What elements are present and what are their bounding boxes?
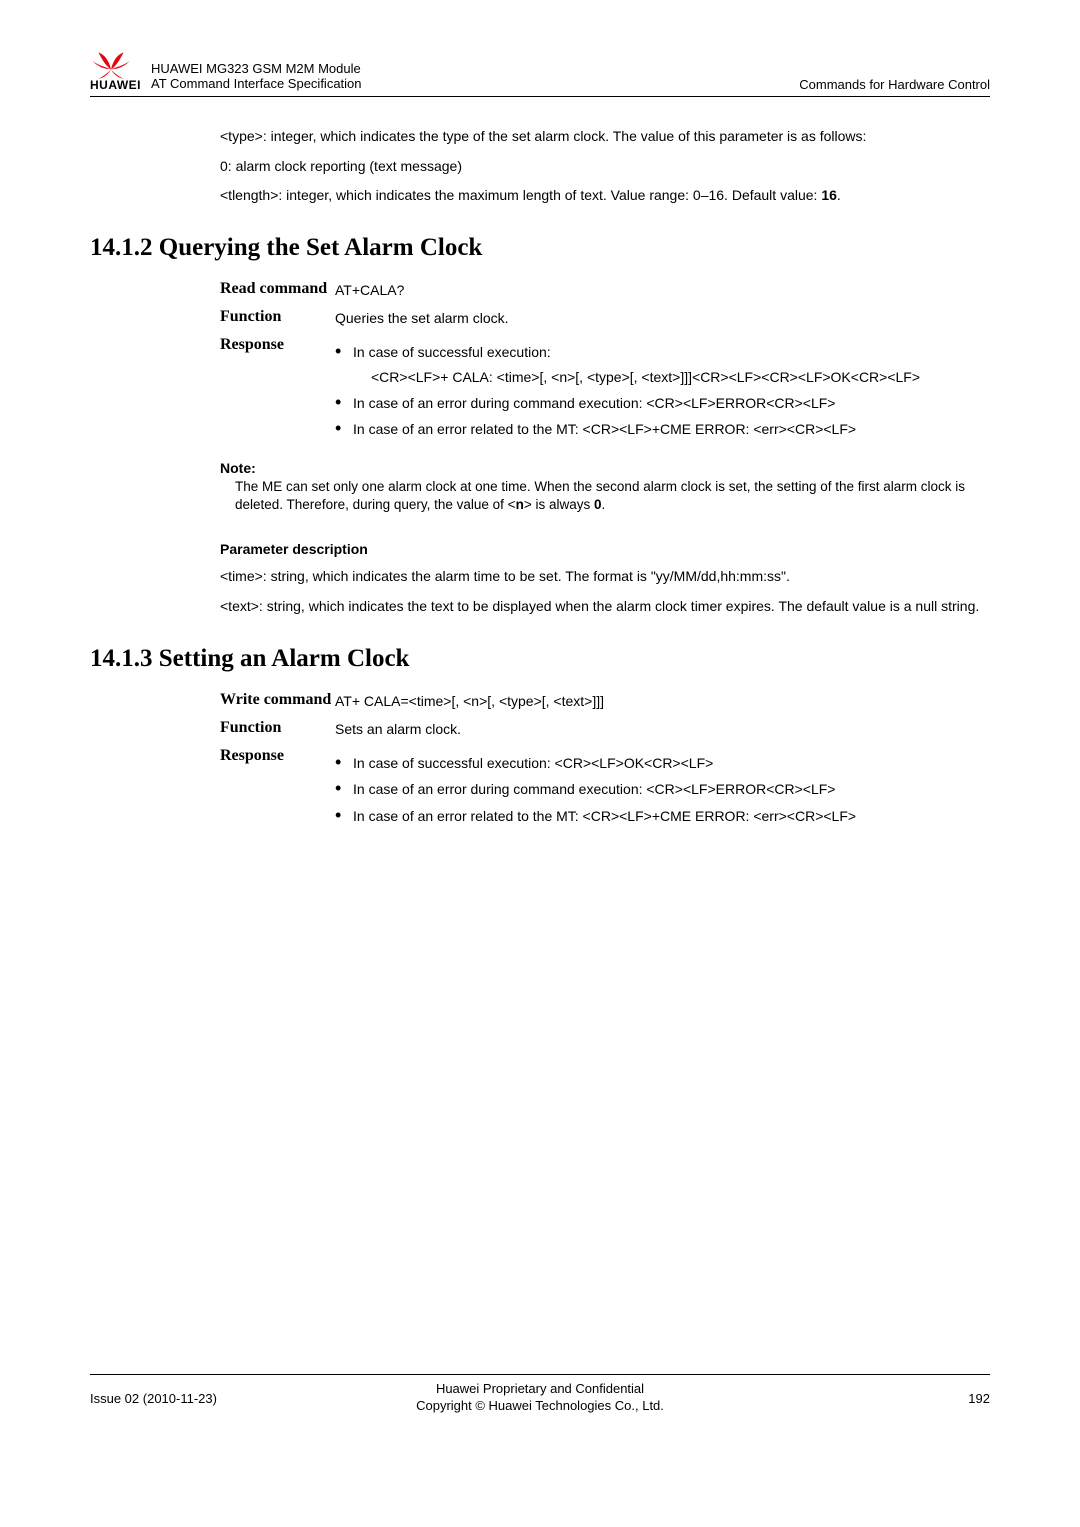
huawei-logo-icon — [90, 50, 132, 80]
intro-p3a: <tlength>: integer, which indicates the … — [220, 187, 821, 203]
section-14-1-3-title: 14.1.3 Setting an Alarm Clock — [90, 645, 990, 673]
param-desc-p2: <text>: string, which indicates the text… — [220, 597, 990, 617]
sec2-bullet-3: In case of an error related to the MT: <… — [335, 806, 990, 826]
response-label-2: Response — [220, 747, 335, 832]
note-b2: n — [516, 497, 524, 512]
write-command-value: AT+ CALA=<time>[, <n>[, <type>[, <text>]… — [335, 691, 990, 711]
note-b3: > is always — [524, 497, 594, 512]
param-desc-p1: <time>: string, which indicates the alar… — [220, 567, 990, 587]
read-command-label: Read command — [220, 280, 335, 300]
page-header: HUAWEI HUAWEI MG323 GSM M2M Module AT Co… — [90, 50, 990, 97]
function-value-1: Queries the set alarm clock. — [335, 308, 990, 328]
function-label-2: Function — [220, 719, 335, 739]
sec2-bullet-2: In case of an error during command execu… — [335, 779, 990, 799]
footer-center: Huawei Proprietary and Confidential Copy… — [315, 1381, 765, 1415]
sec2-bullet-1: In case of successful execution: <CR><LF… — [335, 753, 990, 773]
sec1-b1-text: In case of successful execution: — [353, 344, 551, 360]
read-command-value: AT+CALA? — [335, 280, 990, 300]
intro-p3c: . — [837, 187, 841, 203]
function-label-1: Function — [220, 308, 335, 328]
param-desc-heading: Parameter description — [220, 541, 990, 557]
intro-p3b: 16 — [821, 187, 837, 203]
brand-block: HUAWEI — [90, 50, 141, 92]
intro-p1: <type>: integer, which indicates the typ… — [220, 127, 990, 147]
footer-left: Issue 02 (2010-11-23) — [90, 1391, 315, 1406]
note-body: The ME can set only one alarm clock at o… — [235, 478, 990, 516]
footer-page-number: 192 — [765, 1391, 990, 1406]
sec1-b1-sub: <CR><LF>+ CALA: <time>[, <n>[, <type>[, … — [371, 367, 990, 387]
header-right: Commands for Hardware Control — [799, 77, 990, 92]
header-line1: HUAWEI MG323 GSM M2M Module — [151, 61, 799, 77]
sec1-bullet-3: In case of an error related to the MT: <… — [335, 419, 990, 439]
intro-p2: 0: alarm clock reporting (text message) — [220, 157, 990, 177]
footer-c1: Huawei Proprietary and Confidential — [315, 1381, 765, 1398]
header-titles: HUAWEI MG323 GSM M2M Module AT Command I… — [151, 61, 799, 92]
header-line2: AT Command Interface Specification — [151, 76, 799, 92]
sec1-bullet-1: In case of successful execution: <CR><LF… — [335, 342, 990, 387]
sec1-bullet-2: In case of an error during command execu… — [335, 393, 990, 413]
note-block: Note: The ME can set only one alarm cloc… — [220, 460, 990, 516]
function-value-2: Sets an alarm clock. — [335, 719, 990, 739]
write-command-label: Write command — [220, 691, 335, 711]
note-label: Note: — [220, 460, 990, 476]
brand-text: HUAWEI — [90, 78, 141, 92]
note-b5: . — [601, 497, 605, 512]
page-footer: Issue 02 (2010-11-23) Huawei Proprietary… — [90, 1374, 990, 1415]
footer-c2: Copyright © Huawei Technologies Co., Ltd… — [315, 1398, 765, 1415]
response-label-1: Response — [220, 336, 335, 445]
intro-p3: <tlength>: integer, which indicates the … — [220, 186, 990, 206]
section-14-1-2-title: 14.1.2 Querying the Set Alarm Clock — [90, 234, 990, 262]
